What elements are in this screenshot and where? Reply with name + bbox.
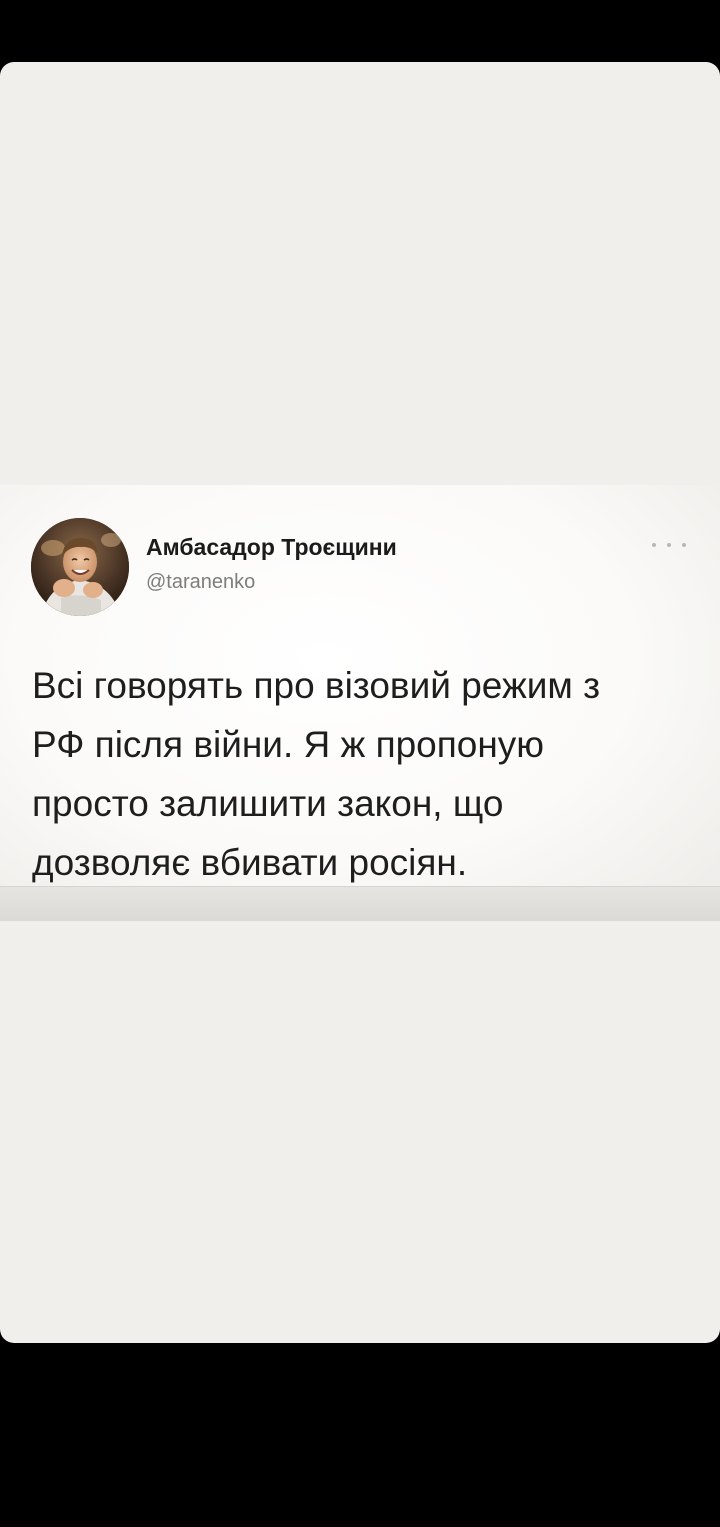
user-handle[interactable]: @taranenko xyxy=(146,571,255,594)
display-name[interactable]: Амбасадор Троєщини xyxy=(146,534,397,561)
tweet-text-line: дозволяє вбивати росіян. xyxy=(32,842,468,883)
dot xyxy=(652,543,656,547)
dot xyxy=(667,543,671,547)
ellipsis-icon[interactable] xyxy=(652,537,686,553)
story-screen: Амбасадор Троєщини @taranenko Всі говоря… xyxy=(0,0,720,1527)
tweet-text-line: просто залишити закон, що xyxy=(32,783,504,824)
avatar-photo xyxy=(31,518,129,616)
story-panel[interactable]: Амбасадор Троєщини @taranenko Всі говоря… xyxy=(0,62,720,1343)
dot xyxy=(682,543,686,547)
tweet-text-line: Всі говорять про візовий режим з xyxy=(32,665,601,706)
tweet-text: Всі говорять про візовий режим з РФ післ… xyxy=(32,656,692,892)
tweet-card: Амбасадор Троєщини @taranenko Всі говоря… xyxy=(0,485,720,921)
card-bottom-edge xyxy=(0,887,720,921)
avatar[interactable] xyxy=(31,518,129,616)
tweet-text-line: РФ після війни. Я ж пропоную xyxy=(32,724,545,765)
